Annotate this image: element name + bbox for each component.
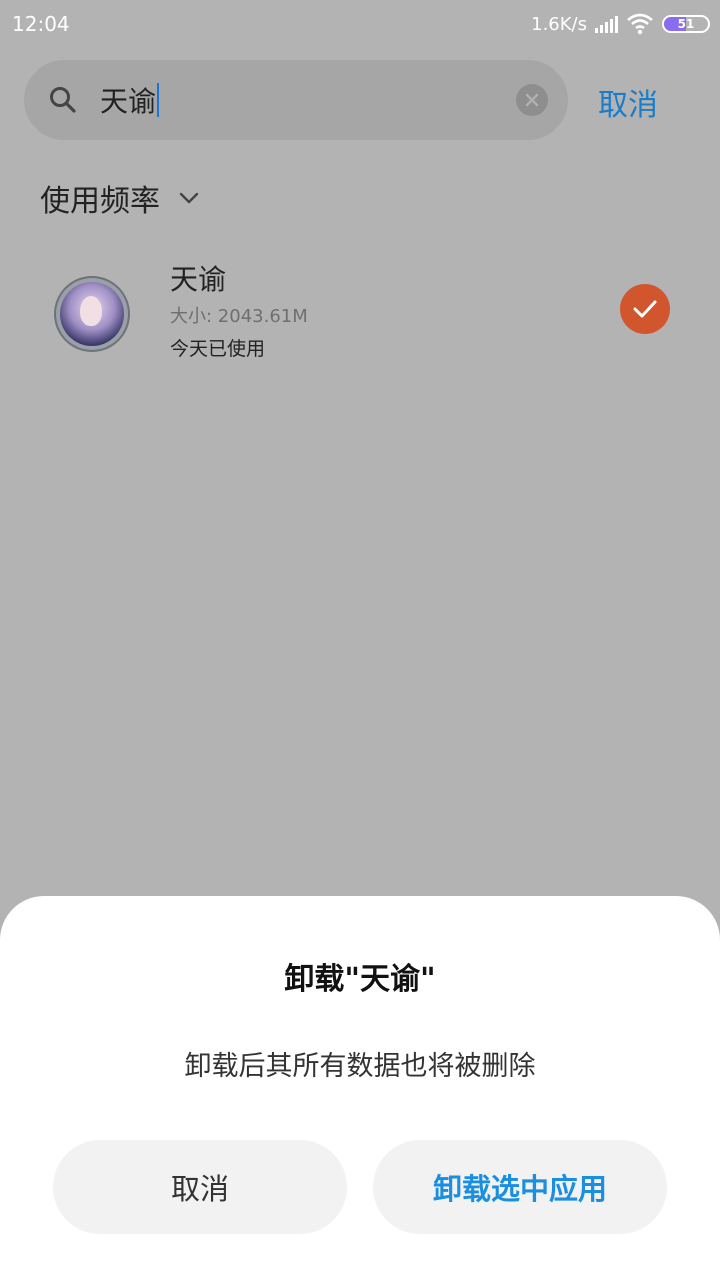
app-icon	[60, 282, 124, 346]
chevron-down-icon	[179, 192, 199, 204]
app-size: 大小: 2043.61M	[170, 306, 308, 327]
status-time: 12:04	[12, 12, 70, 36]
dialog-message: 卸载后其所有数据也将被删除	[184, 1051, 536, 1082]
uninstall-dialog: 卸载"天谕" 卸载后其所有数据也将被删除 取消 卸载选中应用	[0, 896, 720, 1280]
close-icon	[525, 93, 539, 107]
cancel-button[interactable]: 取消	[53, 1140, 347, 1234]
text-caret	[157, 83, 160, 117]
app-name: 天谕	[170, 263, 227, 296]
search-field[interactable]: 天谕	[24, 60, 568, 140]
checkbox[interactable]	[620, 284, 670, 334]
status-right: 1.6K/s 51	[531, 13, 710, 35]
app-last-used: 今天已使用	[170, 338, 266, 360]
signal-icon	[595, 15, 618, 33]
sort-selector[interactable]: 使用频率	[40, 176, 200, 220]
search-icon	[50, 87, 76, 113]
sort-label: 使用频率	[40, 184, 160, 219]
wifi-icon	[627, 13, 653, 35]
battery-icon: 51	[662, 15, 710, 33]
check-icon	[633, 300, 657, 318]
search-input[interactable]: 天谕	[100, 80, 156, 120]
uninstall-button[interactable]: 卸载选中应用	[373, 1140, 667, 1234]
dialog-title: 卸载"天谕"	[284, 962, 436, 997]
net-speed: 1.6K/s	[531, 13, 587, 35]
search-cancel-button[interactable]: 取消	[598, 80, 658, 124]
status-bar: 12:04 1.6K/s 51	[0, 0, 720, 48]
list-item[interactable]: 天谕 大小: 2043.61M 今天已使用	[0, 250, 720, 380]
clear-icon[interactable]	[516, 84, 548, 116]
battery-level: 51	[677, 17, 695, 31]
